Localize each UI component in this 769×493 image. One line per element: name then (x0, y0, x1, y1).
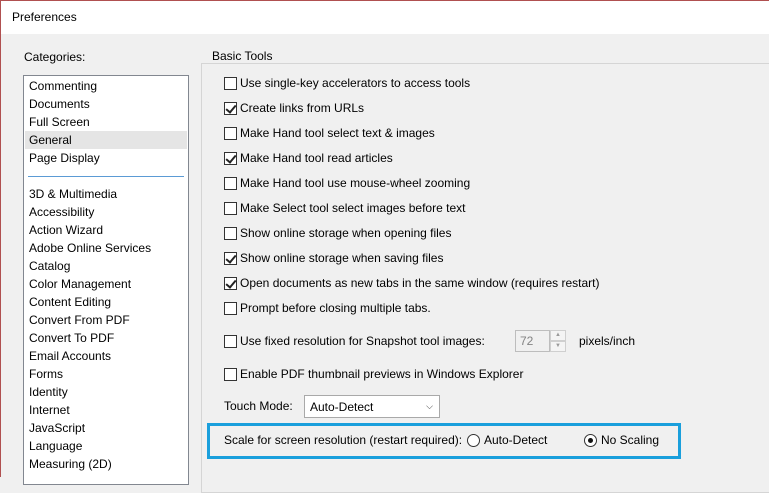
option-open-as-tabs[interactable]: Open documents as new tabs in the same w… (224, 275, 600, 291)
scale-option-no-scaling[interactable]: No Scaling (584, 433, 659, 447)
category-item-color-management[interactable]: Color Management (25, 275, 187, 293)
option-hand-select-text[interactable]: Make Hand tool select text & images (224, 125, 435, 141)
option-hand-wheel-zoom[interactable]: Make Hand tool use mouse-wheel zooming (224, 175, 470, 191)
checkbox[interactable] (224, 367, 237, 381)
checkbox[interactable] (224, 101, 237, 115)
checkbox-label: Use single-key accelerators to access to… (240, 76, 471, 90)
checkbox-label: Use fixed resolution for Snapshot tool i… (240, 334, 485, 348)
category-item-general[interactable]: General (25, 131, 187, 149)
checkbox[interactable] (224, 151, 237, 165)
category-item-convert-to-pdf[interactable]: Convert To PDF (25, 329, 187, 347)
category-item-measuring-2d[interactable]: Measuring (2D) (25, 455, 187, 473)
checkbox-label: Prompt before closing multiple tabs. (240, 301, 431, 315)
title-bar: Preferences (0, 0, 769, 34)
checkbox-label: Show online storage when opening files (240, 226, 452, 240)
category-item-language[interactable]: Language (25, 437, 187, 455)
category-item-identity[interactable]: Identity (25, 383, 187, 401)
checkbox-label: Make Hand tool select text & images (240, 126, 435, 140)
checkbox[interactable] (224, 201, 237, 215)
checkbox-label: Create links from URLs (240, 101, 365, 115)
scale-resolution-label: Scale for screen resolution (restart req… (224, 433, 463, 447)
categories-list[interactable]: Commenting Documents Full Screen General… (23, 75, 189, 485)
checkbox-label: Open documents as new tabs in the same w… (240, 276, 600, 290)
category-item-accessibility[interactable]: Accessibility (25, 203, 187, 221)
option-snapshot-fixed-resolution[interactable]: Use fixed resolution for Snapshot tool i… (224, 333, 485, 349)
option-select-images-first[interactable]: Make Select tool select images before te… (224, 200, 465, 216)
checkbox-label: Enable PDF thumbnail previews in Windows… (240, 367, 524, 381)
category-item-forms[interactable]: Forms (25, 365, 187, 383)
option-single-key-accelerators[interactable]: Use single-key accelerators to access to… (224, 75, 470, 91)
option-online-storage-saving[interactable]: Show online storage when saving files (224, 250, 443, 266)
checkbox-label: Make Select tool select images before te… (240, 201, 466, 215)
option-pdf-thumbnail-previews[interactable]: Enable PDF thumbnail previews in Windows… (224, 366, 523, 382)
checkbox[interactable] (224, 276, 237, 290)
radio-label: No Scaling (601, 433, 660, 447)
category-item-3d-multimedia[interactable]: 3D & Multimedia (25, 185, 187, 203)
checkbox[interactable] (224, 76, 237, 90)
touch-mode-label: Touch Mode: (224, 399, 293, 413)
touch-mode-value: Auto-Detect (310, 400, 374, 414)
category-item-full-screen[interactable]: Full Screen (25, 113, 187, 131)
category-item-catalog[interactable]: Catalog (25, 257, 187, 275)
touch-mode-select[interactable]: Auto-Detect ⌵ (304, 395, 440, 418)
checkbox-label: Make Hand tool use mouse-wheel zooming (240, 176, 471, 190)
checkbox[interactable] (224, 176, 237, 190)
checkbox[interactable] (224, 226, 237, 240)
radio-button[interactable] (467, 433, 480, 447)
category-item-page-display[interactable]: Page Display (25, 149, 187, 167)
snapshot-resolution-stepper[interactable]: ▲ ▼ (550, 330, 566, 352)
checkbox[interactable] (224, 126, 237, 140)
basic-tools-title: Basic Tools (210, 49, 275, 63)
category-item-email-accounts[interactable]: Email Accounts (25, 347, 187, 365)
category-item-action-wizard[interactable]: Action Wizard (25, 221, 187, 239)
categories-label: Categories: (24, 50, 86, 64)
checkbox-label: Show online storage when saving files (240, 251, 444, 265)
category-separator (28, 176, 184, 177)
option-prompt-closing-tabs[interactable]: Prompt before closing multiple tabs. (224, 300, 431, 316)
option-online-storage-opening[interactable]: Show online storage when opening files (224, 225, 451, 241)
option-create-links-from-urls[interactable]: Create links from URLs (224, 100, 364, 116)
checkbox-label: Make Hand tool read articles (240, 151, 393, 165)
category-item-internet[interactable]: Internet (25, 401, 187, 419)
category-item-documents[interactable]: Documents (25, 95, 187, 113)
scale-option-auto-detect[interactable]: Auto-Detect (467, 433, 547, 447)
chevron-down-icon[interactable]: ⌵ (420, 396, 439, 417)
checkbox[interactable] (224, 334, 237, 348)
category-item-adobe-online-services[interactable]: Adobe Online Services (25, 239, 187, 257)
snapshot-resolution-input[interactable]: 72 (515, 330, 550, 352)
stepper-up-icon[interactable]: ▲ (550, 330, 566, 341)
checkbox[interactable] (224, 301, 237, 315)
window-border (0, 34, 1, 477)
category-item-content-editing[interactable]: Content Editing (25, 293, 187, 311)
window-title: Preferences (12, 10, 77, 24)
radio-label: Auto-Detect (484, 433, 548, 447)
checkbox[interactable] (224, 251, 237, 265)
pixels-per-inch-label: pixels/inch (579, 334, 636, 348)
category-item-commenting[interactable]: Commenting (25, 77, 187, 95)
stepper-down-icon[interactable]: ▼ (550, 341, 566, 352)
category-item-javascript[interactable]: JavaScript (25, 419, 187, 437)
radio-button[interactable] (584, 433, 597, 447)
category-item-convert-from-pdf[interactable]: Convert From PDF (25, 311, 187, 329)
option-hand-read-articles[interactable]: Make Hand tool read articles (224, 150, 393, 166)
